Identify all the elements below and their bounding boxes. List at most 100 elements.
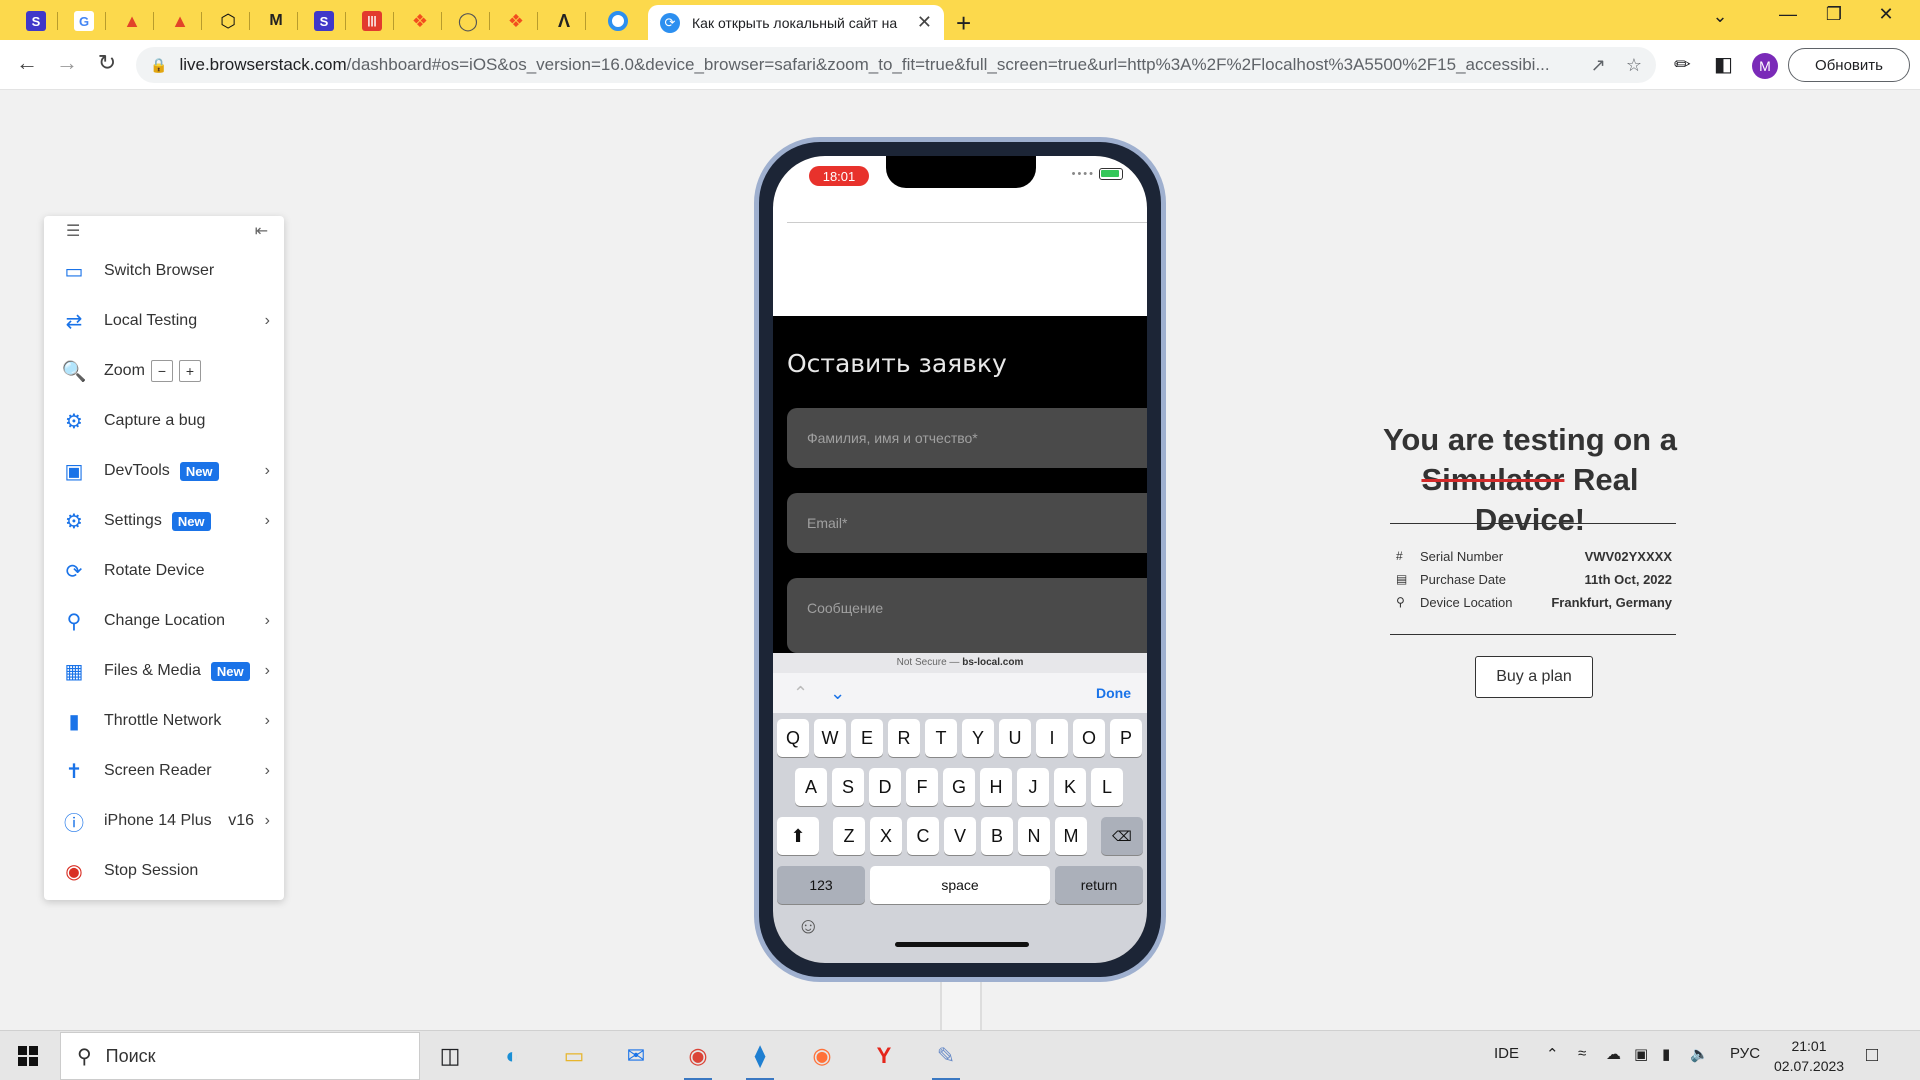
key-o[interactable]: O [1073,719,1105,757]
tab-figma[interactable]: ❖ [398,8,442,34]
task-view-icon[interactable]: ◫ [432,1039,468,1073]
collapse-icon[interactable]: ⇤ [255,221,268,241]
tab-google[interactable]: G [62,8,106,34]
key-u[interactable]: U [999,719,1031,757]
close-tab-icon[interactable]: ✕ [917,12,932,33]
shift-key[interactable]: ⬆ [777,817,819,855]
profile-avatar[interactable]: M [1752,53,1778,79]
message-field[interactable]: Сообщение [787,578,1147,653]
key-y[interactable]: Y [962,719,994,757]
key-b[interactable]: B [981,817,1013,855]
safari-url-strip[interactable]: Not Secure — bs-local.com [773,653,1147,673]
tab-gitlab-2[interactable]: ▲ [158,8,202,34]
wifi-icon[interactable]: ≈ [1578,1045,1586,1062]
space-key[interactable]: space [870,866,1050,904]
key-e[interactable]: E [851,719,883,757]
change-location-item[interactable]: ⚲ Change Location › [44,596,284,646]
devtools-item[interactable]: ▣ DevTools New › [44,446,284,496]
chevron-up-icon[interactable]: ⌃ [793,683,808,704]
extensions-icon[interactable]: ✏ [1674,52,1691,77]
switch-browser-item[interactable]: ▭ Switch Browser [44,246,284,296]
windows-start-icon[interactable] [18,1046,38,1066]
key-v[interactable]: V [944,817,976,855]
key-j[interactable]: J [1017,768,1049,806]
cloud-icon[interactable]: ☁ [1606,1045,1621,1063]
key-i[interactable]: I [1036,719,1068,757]
new-tab-button[interactable]: + [956,8,971,39]
buy-plan-button[interactable]: Buy a plan [1475,656,1593,698]
side-panel-icon[interactable]: ◧ [1714,52,1733,77]
tab-globe[interactable]: ◯ [446,8,490,34]
paint-icon[interactable]: ✎ [928,1039,964,1080]
active-tab[interactable]: ⟳ Как открыть локальный сайт на ✕ [648,5,944,40]
volume-icon[interactable]: 🔈 [1690,1045,1709,1063]
maximize-button[interactable]: ❐ [1814,4,1854,25]
key-d[interactable]: D [869,768,901,806]
local-testing-item[interactable]: ⇄ Local Testing › [44,296,284,346]
share-icon[interactable]: ↗ [1591,55,1606,76]
key-n[interactable]: N [1018,817,1050,855]
key-m[interactable]: M [1055,817,1087,855]
key-l[interactable]: L [1091,768,1123,806]
email-field[interactable]: Email* [787,493,1147,553]
tab-s-2[interactable]: S [302,8,346,34]
emoji-icon[interactable]: ☺ [797,913,819,939]
key-a[interactable]: A [795,768,827,806]
chevron-down-icon[interactable]: ⌄ [830,683,845,704]
edge-icon[interactable]: ◐ [494,1039,530,1073]
address-bar[interactable]: 🔒 live.browserstack.com/dashboard#os=iOS… [136,47,1656,83]
tab-chrome[interactable] [596,8,640,34]
taskbar-clock[interactable]: 21:01 02.07.2023 [1774,1036,1844,1076]
back-icon[interactable]: ← [12,50,42,76]
file-explorer-icon[interactable]: ▭ [556,1039,592,1073]
zoom-out-button[interactable]: − [150,360,173,382]
window-close-button[interactable]: ✕ [1866,4,1906,25]
tab-figma-2[interactable]: ❖ [494,8,538,34]
lock-icon[interactable]: 🔒 [150,57,167,74]
taskbar-search[interactable]: ⚲ Поиск [60,1032,420,1080]
key-k[interactable]: K [1054,768,1086,806]
throttle-network-item[interactable]: ▮ Throttle Network › [44,696,284,746]
tab-codepen[interactable]: ⬡ [206,8,250,34]
stop-session-item[interactable]: ◉ Stop Session [44,846,284,896]
zoom-in-button[interactable]: + [178,360,201,382]
minimize-button[interactable]: — [1768,4,1808,25]
rotate-device-item[interactable]: ⟳ Rotate Device [44,546,284,596]
yandex-icon[interactable]: Y [866,1039,902,1073]
key-g[interactable]: G [943,768,975,806]
key-w[interactable]: W [814,719,846,757]
tab-bars[interactable]: ||| [350,8,394,34]
device-screen[interactable]: 18:01 •••• Оставить заявку Фамилия, имя … [773,156,1147,963]
done-button[interactable]: Done [1096,685,1131,701]
tab-s[interactable]: S [14,8,58,34]
tab-search-icon[interactable]: ⌄ [1700,6,1740,27]
notifications-icon[interactable]: □ [1866,1044,1878,1067]
backspace-key[interactable]: ⌫ [1101,817,1143,855]
forward-icon[interactable]: → [52,50,82,76]
key-s[interactable]: S [832,768,864,806]
return-key[interactable]: return [1055,866,1143,904]
drag-handle-icon[interactable]: ☰ [66,221,80,241]
device-icon[interactable]: ▣ [1634,1045,1648,1063]
battery-tray-icon[interactable]: ▮ [1662,1045,1670,1063]
key-x[interactable]: X [870,817,902,855]
reload-icon[interactable]: ↻ [92,50,122,76]
settings-item[interactable]: ⚙ Settings New › [44,496,284,546]
capture-bug-item[interactable]: ⚙ Capture a bug [44,396,284,446]
name-field[interactable]: Фамилия, имя и отчество* [787,408,1147,468]
numbers-key[interactable]: 123 [777,866,865,904]
key-t[interactable]: T [925,719,957,757]
tab-gitlab[interactable]: ▲ [110,8,154,34]
mail-icon[interactable]: ✉ [618,1039,654,1073]
key-f[interactable]: F [906,768,938,806]
language-indicator[interactable]: РУС [1730,1045,1760,1062]
tab-arrow[interactable]: Λ [542,8,586,34]
firefox-icon[interactable]: ◉ [804,1039,840,1073]
bookmark-star-icon[interactable]: ☆ [1626,55,1642,76]
key-r[interactable]: R [888,719,920,757]
tray-ide-label[interactable]: IDE [1494,1045,1519,1062]
files-media-item[interactable]: ▦ Files & Media New › [44,646,284,696]
key-z[interactable]: Z [833,817,865,855]
chevron-up-icon[interactable]: ⌃ [1546,1045,1559,1063]
chrome-taskbar-icon[interactable]: ◉ [680,1039,716,1080]
